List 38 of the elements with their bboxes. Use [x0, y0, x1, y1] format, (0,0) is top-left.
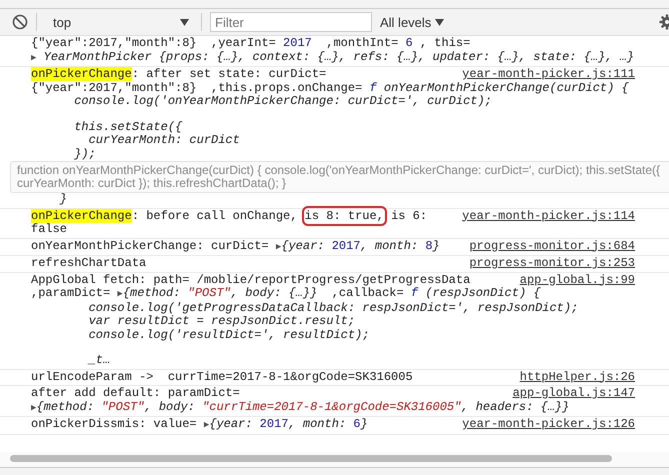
log-line: ▶ YearMonthPicker {props: {…}, context: {…}, refs: {…}, updater: {…}, state: {…}, …}: [31, 50, 635, 65]
log-message: AppGlobal fetch: path= /moblie/reportProgress/getProgressData: [31, 274, 470, 287]
log-line: this.setState({: [73, 120, 184, 134]
source-link[interactable]: httpHelper.js:26: [520, 370, 635, 384]
log-line: var resultDict = respJsonDict.result;: [88, 315, 356, 328]
filter-field[interactable]: Filter: [210, 12, 372, 32]
log-message: onPickerDissmis: value= ▶{year: 2017, month: 6}: [31, 418, 368, 432]
log-line: _t…: [86, 354, 112, 368]
function-tooltip: function onYearMonthPickerChange(curDict) { console.log('onYearMonthPickerChange: curDict=', curDict); this.setState({ curYearMonth: curDict }); this.refreshChartData(); }: [10, 161, 669, 193]
log-line: ,paramDict= ▶{method: "POST", body: {…}} ,callback= f (respJsonDict) {: [31, 287, 542, 302]
levels-dropdown[interactable]: All levels: [380, 14, 444, 30]
log-line: false: [31, 223, 68, 236]
context-select[interactable]: top: [45, 12, 193, 32]
log-line: }: [58, 193, 68, 206]
log-line: });: [73, 148, 97, 161]
log-line: curYearMonth: curDict: [88, 134, 241, 148]
source-link[interactable]: progress-monitor.js:253: [469, 257, 635, 270]
clear-console-icon[interactable]: [12, 14, 28, 30]
log-message: after add default: paramDict=: [31, 387, 240, 400]
source-link[interactable]: progress-monitor.js:684: [469, 240, 635, 254]
source-link[interactable]: app-global.js:147: [512, 387, 635, 400]
caret-icon: [435, 18, 444, 26]
log-message: urlEncodeParam -> currTime=2017-8-1&orgCode=SK316005: [31, 370, 413, 384]
log-message: onYearMonthPickerChange: curDict= ▶{year: 2017, month: 8}: [31, 240, 440, 254]
source-link[interactable]: app-global.js:99: [520, 274, 635, 287]
caret-icon: [180, 18, 189, 26]
log-line: {"year":2017,"month":8} ,this.props.onChange= f onYearMonthPickerChange(curDict) {: [31, 82, 630, 95]
source-link[interactable]: year-month-picker.js:126: [462, 418, 635, 432]
log-line: console.log('onYearMonthPickerChange: curDict=', curDict);: [73, 95, 493, 108]
log-line: {"year":2017,"month":8} ,yearInt= 2017 ,monthInt= 6 , this=: [31, 37, 472, 50]
log-line: console.log('resultDict=', resultDict);: [88, 328, 370, 342]
horizontal-scrollbar[interactable]: [10, 455, 612, 462]
log-message: refreshChartData: [31, 257, 146, 270]
log-line: ▶{method: "POST", body: "currTime=2017-8-1&orgCode=SK316005", headers: {…}}: [31, 400, 570, 415]
log-line: console.log('getProgressDataCallback: respJsonDict=', respJsonDict);: [88, 302, 580, 315]
source-link[interactable]: year-month-picker.js:111: [462, 68, 635, 82]
log-message: onPickerChange: after set state: curDict=: [31, 68, 326, 82]
source-link[interactable]: year-month-picker.js:114: [462, 210, 635, 223]
